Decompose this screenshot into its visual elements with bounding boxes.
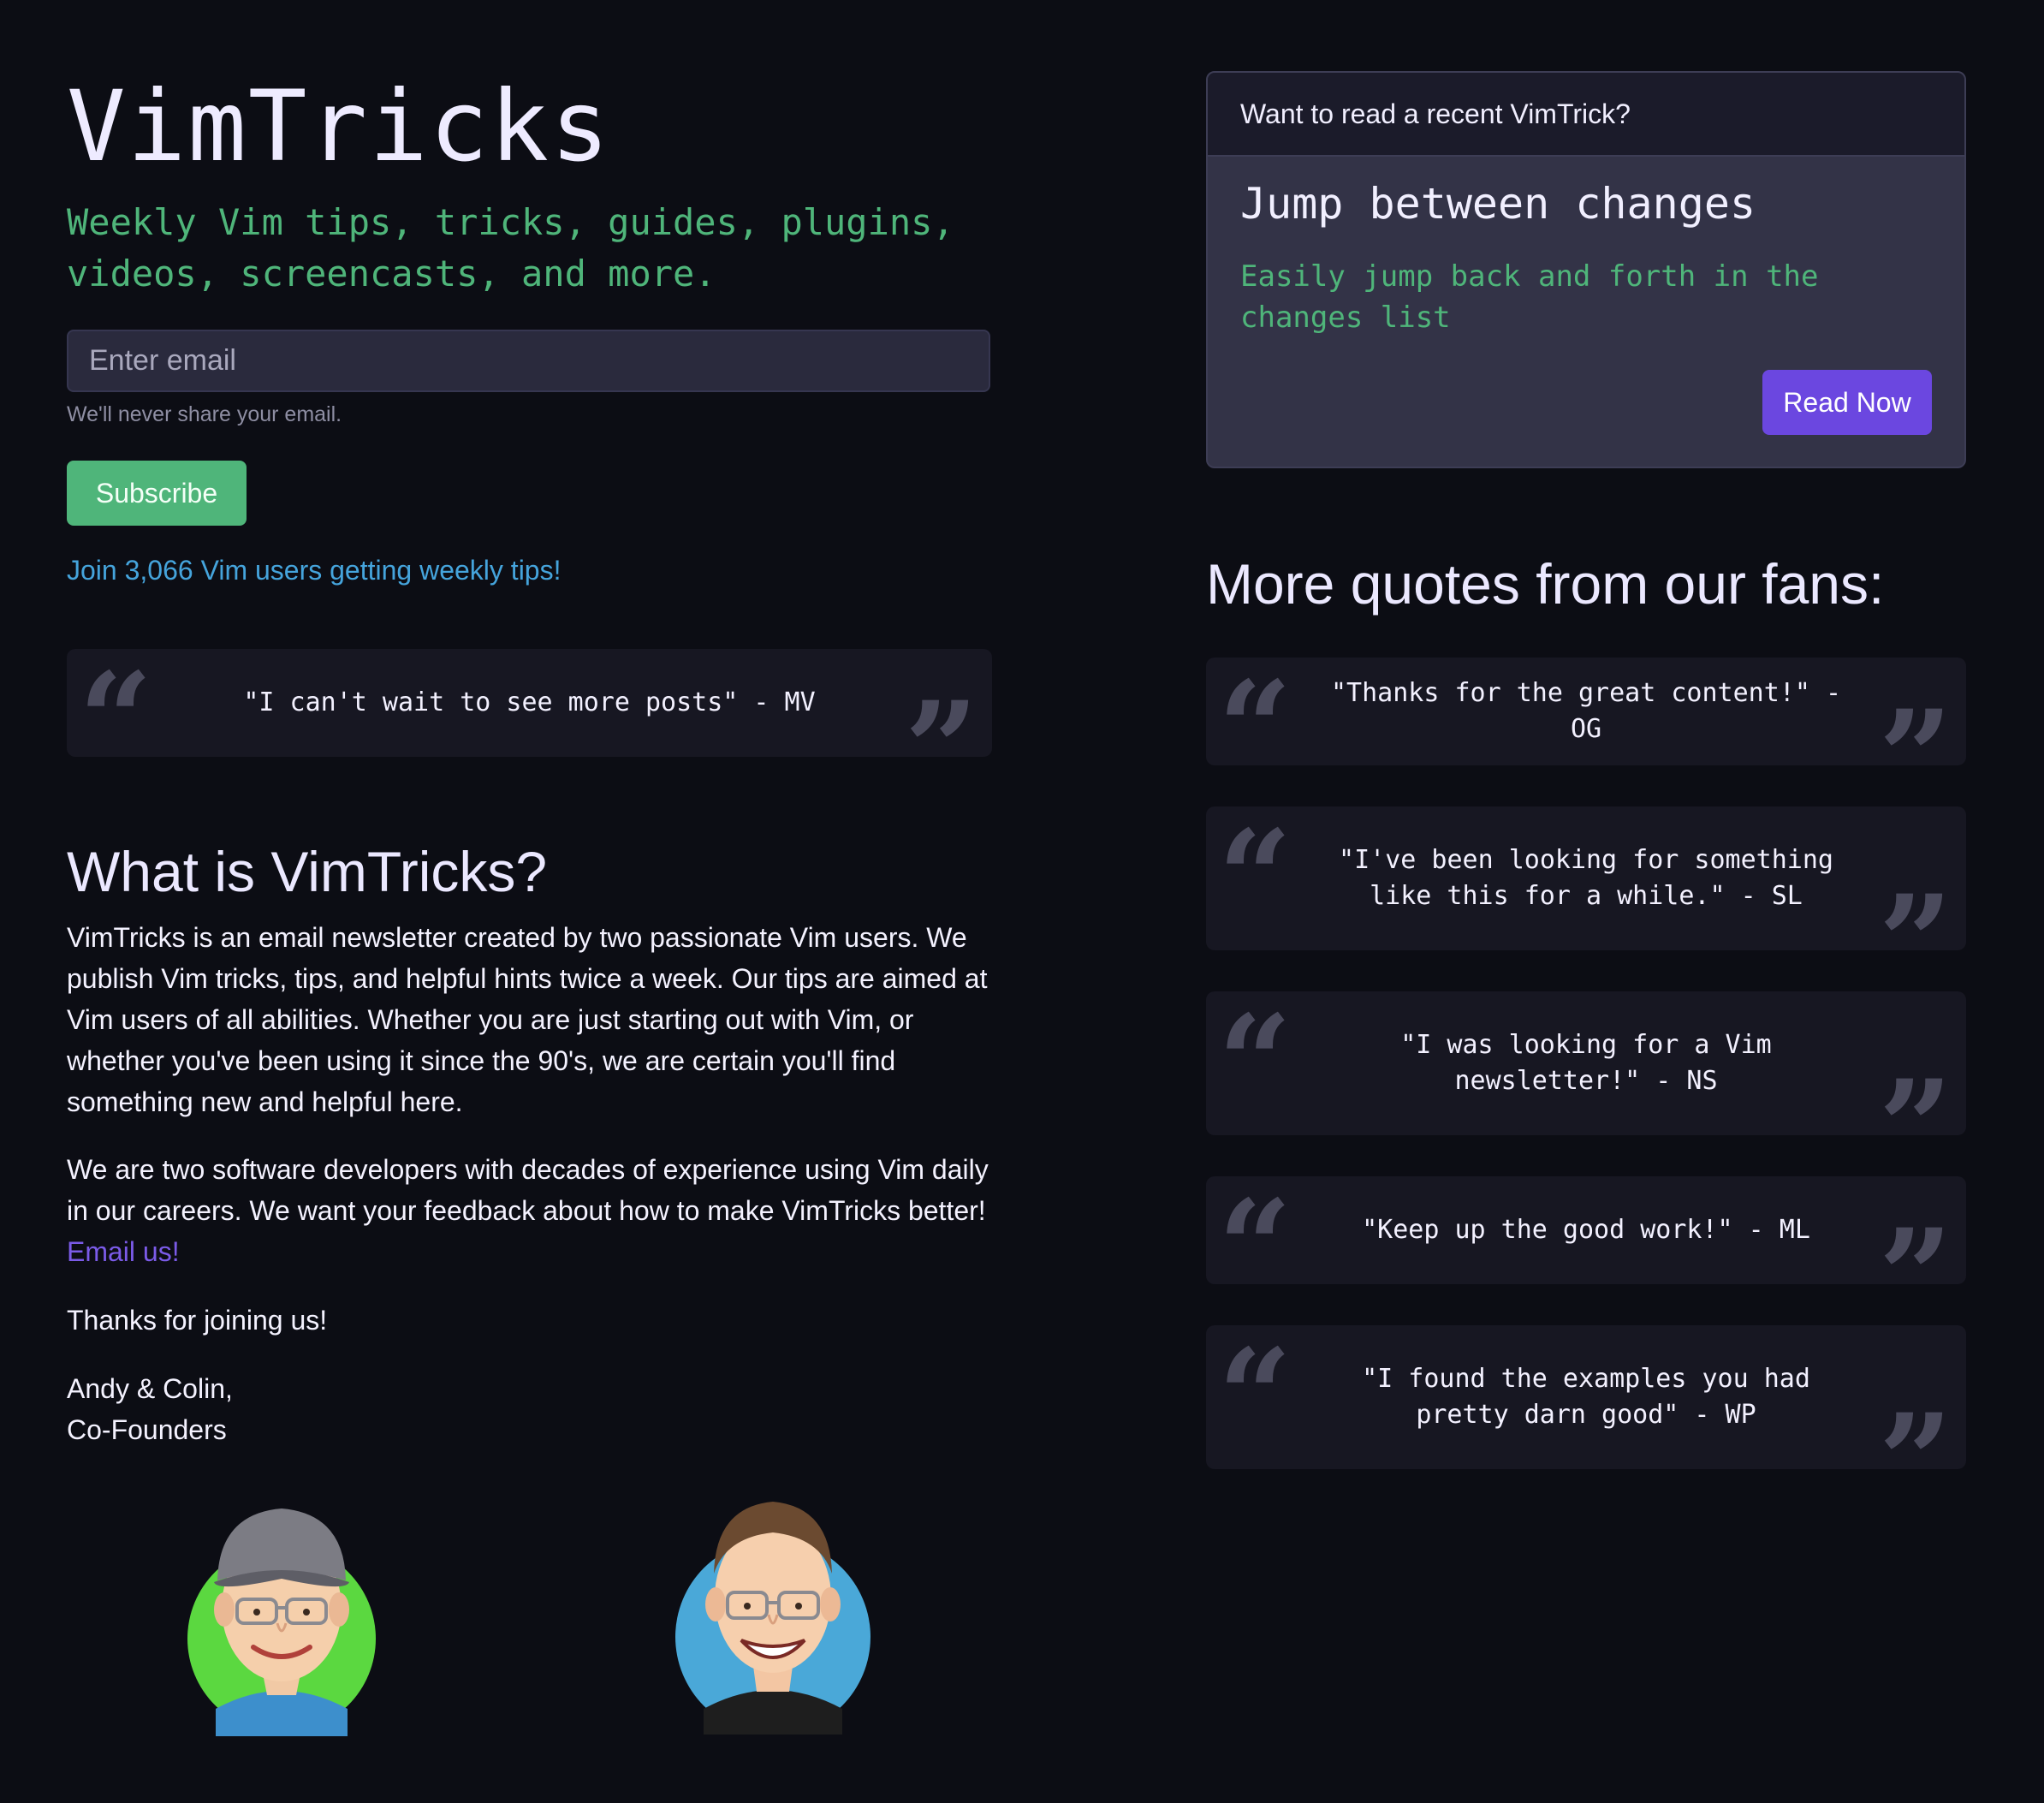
right-double-quote-icon: ”: [1878, 1052, 1952, 1203]
right-double-quote-icon: ”: [1878, 1386, 1952, 1537]
signature: Andy & Colin, Co-Founders: [67, 1368, 1000, 1450]
recent-card-header: Want to read a recent VimTrick?: [1208, 73, 1964, 157]
recent-vimtrick-card: Want to read a recent VimTrick? Jump bet…: [1206, 71, 1966, 468]
fan-quote-card: “ "I've been looking for something like …: [1206, 802, 1966, 1007]
join-users-link[interactable]: Join 3,066 Vim users getting weekly tips…: [67, 555, 561, 586]
fan-quote-text: "Thanks for the great content!" - OG: [1330, 678, 1842, 744]
right-double-quote-icon: ”: [904, 674, 978, 824]
recent-trick-description: Easily jump back and forth in the change…: [1240, 259, 1819, 335]
colin-avatar: [675, 1502, 870, 1735]
left-double-quote-icon: “: [1218, 987, 1292, 1138]
fan-quote-card: “ "Thanks for the great content!" - OG ”: [1206, 658, 1966, 822]
left-double-quote-icon: “: [1218, 653, 1292, 804]
about-heading: What is VimTricks?: [67, 840, 548, 903]
about-paragraph-1: VimTricks is an email newsletter created…: [67, 922, 988, 1117]
email-us-link[interactable]: Email us!: [67, 1236, 180, 1267]
about-paragraph-2: We are two software developers with deca…: [67, 1149, 1000, 1272]
email-help-text: We'll never share your email.: [67, 402, 342, 426]
signature-names: Andy & Colin,: [67, 1373, 233, 1404]
fan-quotes-heading: More quotes from our fans:: [1206, 552, 1885, 616]
recent-trick-title: Jump between changes: [1240, 179, 1756, 229]
left-double-quote-icon: “: [1218, 1321, 1292, 1472]
thanks-text: Thanks for joining us!: [67, 1305, 328, 1336]
right-double-quote-icon: ”: [1878, 682, 1952, 833]
right-double-quote-icon: ”: [1878, 1201, 1952, 1352]
fan-quote-card: “ "Keep up the good work!" - ML ”: [1206, 1176, 1966, 1341]
fan-quote-text: "I've been looking for something like th…: [1339, 845, 1833, 911]
left-double-quote-icon: “: [79, 645, 153, 795]
left-double-quote-icon: “: [1218, 802, 1292, 953]
subscribe-button[interactable]: Subscribe: [67, 461, 247, 526]
signature-role: Co-Founders: [67, 1414, 227, 1445]
quote-text: "I can't wait to see more posts" - MV: [243, 687, 816, 717]
right-double-quote-icon: ”: [1878, 867, 1952, 1018]
andy-avatar: [187, 1508, 376, 1736]
fan-quote-card: “ "I was looking for a Vim newsletter!" …: [1206, 987, 1966, 1192]
fan-quote-card: “ "I found the examples you had pretty d…: [1206, 1321, 1966, 1526]
about-paragraph-2-text: We are two software developers with deca…: [67, 1154, 989, 1226]
fan-quote-text: "I was looking for a Vim newsletter!" - …: [1400, 1030, 1772, 1096]
featured-quote-card: “ "I can't wait to see more posts" - MV …: [67, 649, 992, 813]
read-now-button[interactable]: Read Now: [1762, 370, 1932, 435]
tagline: Weekly Vim tips, tricks, guides, plugins…: [67, 201, 954, 295]
fan-quote-text: "I found the examples you had pretty dar…: [1362, 1364, 1810, 1430]
email-input[interactable]: [67, 330, 990, 392]
left-double-quote-icon: “: [1218, 1172, 1292, 1323]
site-title: VimTricks: [67, 69, 611, 183]
fan-quote-text: "Keep up the good work!" - ML: [1362, 1215, 1810, 1245]
